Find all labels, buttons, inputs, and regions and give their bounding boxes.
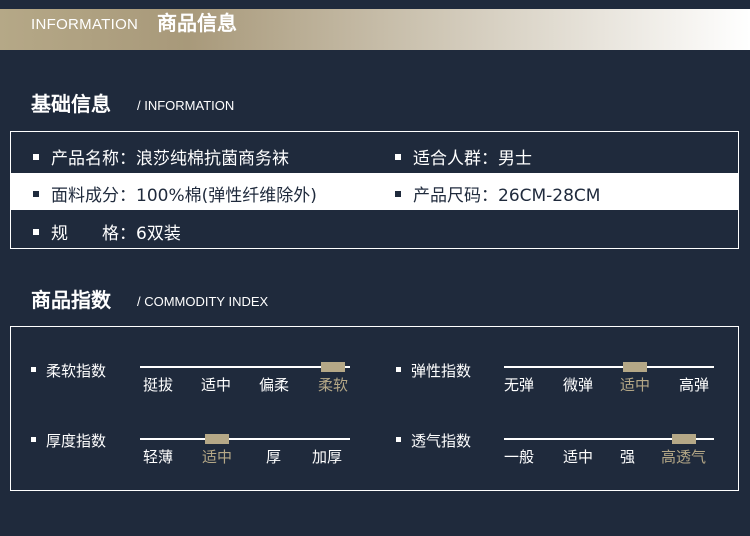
bullet-icon	[395, 154, 401, 160]
info-item: 产品尺码：26CM-28CM	[395, 181, 600, 206]
bullet-icon	[33, 229, 39, 235]
index-option-selected: 适中	[202, 448, 233, 466]
bullet-icon	[396, 367, 401, 372]
info-row: 产品名称：浪莎纯棉抗菌商务袜 适合人群：男士	[11, 136, 738, 173]
bullet-icon	[33, 154, 39, 160]
index-option: 微弹	[563, 376, 594, 394]
info-row-highlighted: 面料成分：100%棉(弹性纤维除外) 产品尺码：26CM-28CM	[11, 173, 738, 210]
index-scale-line	[140, 438, 350, 440]
header-title-cn: 商品信息	[157, 11, 237, 35]
info-item: 面料成分：100%棉(弹性纤维除外)	[33, 181, 317, 206]
index-option-selected: 高透气	[661, 448, 707, 466]
index-label: 弹性指数	[396, 360, 471, 381]
info-item: 产品名称：浪莎纯棉抗菌商务袜	[33, 144, 289, 169]
index-option: 厚	[266, 448, 282, 466]
product-spec: 规 格：6双装	[51, 224, 181, 244]
fabric-composition: 面料成分：100%棉(弹性纤维除外)	[51, 186, 317, 206]
index-option-selected: 适中	[620, 376, 651, 394]
index-level-marker	[671, 434, 696, 444]
index-scale-line	[140, 366, 350, 368]
basic-section-title: 基础信息	[31, 92, 111, 116]
index-level-marker	[623, 362, 647, 372]
index-label-text: 透气指数	[411, 432, 472, 450]
index-option: 轻薄	[143, 448, 174, 466]
index-option: 适中	[563, 448, 594, 466]
index-option: 高弹	[679, 376, 710, 394]
bullet-icon	[31, 367, 36, 372]
header-title-en: INFORMATION	[31, 16, 139, 33]
product-size: 产品尺码：26CM-28CM	[413, 186, 601, 206]
bullet-icon	[33, 191, 39, 197]
bullet-icon	[31, 437, 36, 442]
index-option: 无弹	[504, 376, 535, 394]
bullet-icon	[396, 437, 401, 442]
index-label-text: 柔软指数	[46, 362, 107, 380]
index-label-text: 厚度指数	[46, 432, 107, 450]
index-option: 适中	[201, 376, 232, 394]
commodity-section-title: 商品指数	[31, 288, 111, 312]
basic-info-box: 产品名称：浪莎纯棉抗菌商务袜 适合人群：男士 面料成分：100%棉(弹性纤维除外…	[10, 131, 739, 249]
info-row: 规 格：6双装	[11, 211, 738, 248]
index-option: 偏柔	[259, 376, 290, 394]
index-label-text: 弹性指数	[411, 362, 472, 380]
index-level-marker	[205, 434, 229, 444]
index-label: 透气指数	[396, 430, 471, 451]
bullet-icon	[395, 191, 401, 197]
target-audience: 适合人群：男士	[413, 149, 532, 169]
info-item: 规 格：6双装	[33, 219, 181, 244]
commodity-section-subtitle: / COMMODITY INDEX	[137, 294, 269, 309]
index-option: 挺拔	[143, 376, 174, 394]
index-scale-line	[504, 366, 714, 368]
index-option: 强	[620, 448, 636, 466]
index-level-marker	[321, 362, 345, 372]
index-option-selected: 柔软	[318, 376, 349, 394]
basic-section-subtitle: / INFORMATION	[137, 98, 235, 113]
index-option: 一般	[504, 448, 535, 466]
info-item: 适合人群：男士	[395, 144, 532, 169]
index-option: 加厚	[312, 448, 343, 466]
index-label: 厚度指数	[31, 430, 106, 451]
index-label: 柔软指数	[31, 360, 106, 381]
product-name: 产品名称：浪莎纯棉抗菌商务袜	[51, 149, 289, 169]
